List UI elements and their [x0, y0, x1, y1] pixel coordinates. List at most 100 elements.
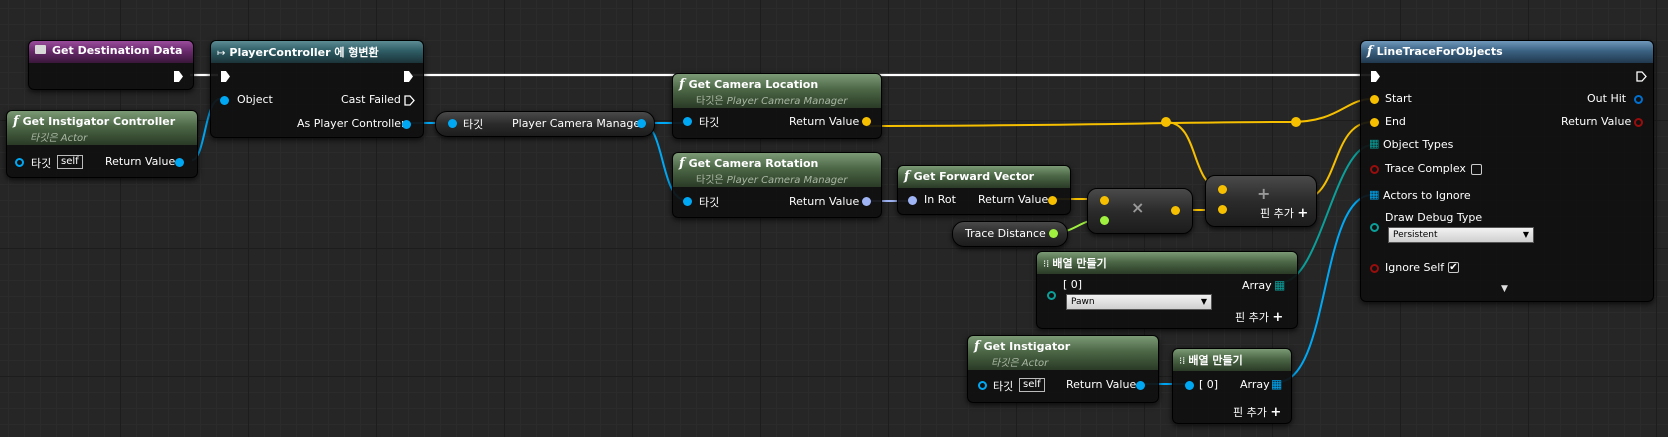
add-b-pin[interactable]: [1218, 205, 1227, 214]
return-value-pin[interactable]: [862, 117, 871, 126]
trace-complex-pin[interactable]: [1370, 165, 1379, 174]
array-label: Array: [1240, 378, 1270, 391]
return-value-pin[interactable]: [175, 158, 184, 167]
target-label: 타깃: [699, 116, 720, 129]
array-element-pin[interactable]: [1185, 381, 1194, 390]
node-subtitle: 타깃은 Actor: [30, 133, 88, 144]
node-title: Get Camera Location: [688, 78, 819, 91]
expand-arrow-icon[interactable]: ▼: [1501, 284, 1508, 294]
array-output-pin[interactable]: ▦: [1274, 278, 1285, 292]
return-value-label: Return Value: [1066, 378, 1137, 391]
chevron-down-icon: ▼: [1200, 297, 1207, 306]
trace-distance-node[interactable]: Trace Distance: [952, 221, 1068, 247]
draw-debug-type-pin[interactable]: [1370, 223, 1379, 232]
target-label: 타깃: [993, 380, 1014, 393]
get-instigator-node[interactable]: f Get Instigator 타깃은 Actor 타깃 self Return…: [967, 335, 1159, 403]
make-array-icon: ⁝⁞: [1043, 259, 1050, 270]
object-label: Object: [237, 93, 273, 106]
end-pin[interactable]: [1370, 118, 1379, 127]
target-pin[interactable]: [978, 381, 987, 390]
target-pin[interactable]: [15, 158, 24, 167]
object-type-selected: Pawn: [1071, 297, 1095, 307]
node-subtitle-prefix: 타깃은: [696, 96, 727, 107]
array-output-pin[interactable]: ▦: [1271, 377, 1282, 391]
exec-in-pin[interactable]: [221, 71, 230, 82]
multiply-out-pin[interactable]: [1171, 206, 1180, 215]
out-hit-pin[interactable]: [1634, 95, 1643, 104]
trace-distance-pin[interactable]: [1049, 229, 1058, 238]
cast-to-playercontroller-node[interactable]: ↦ PlayerController 에 형변환 Object Cast Fail…: [210, 40, 424, 138]
add-a-pin[interactable]: [1218, 185, 1227, 194]
player-camera-manager-label: Player Camera Manager: [512, 117, 645, 130]
actors-to-ignore-pin[interactable]: ▦: [1369, 188, 1379, 201]
player-camera-manager-node[interactable]: 타깃 Player Camera Manager: [435, 111, 655, 137]
trace-complex-checkbox[interactable]: [1471, 164, 1482, 175]
multiply-node[interactable]: ×: [1087, 188, 1193, 234]
function-icon: f: [13, 114, 19, 129]
return-value-pin[interactable]: [1634, 118, 1643, 127]
make-array-object-types-node[interactable]: ⁝⁞ 배열 만들기 [ 0] Pawn ▼ Array ▦ 핀 추가 +: [1036, 251, 1298, 329]
get-camera-rotation-node[interactable]: f Get Camera Rotation 타깃은 Player Camera M…: [672, 152, 882, 218]
return-value-pin[interactable]: [1048, 196, 1057, 205]
return-value-label: Return Value: [789, 195, 860, 208]
function-icon: f: [1367, 44, 1373, 59]
return-value-label: Return Value: [789, 115, 860, 128]
player-camera-manager-pin[interactable]: [637, 119, 646, 128]
in-rot-pin[interactable]: [908, 196, 917, 205]
return-value-label: Return Value: [1561, 115, 1632, 128]
make-array-actors-node[interactable]: ⁝⁞ 배열 만들기 [ 0] Array ▦ 핀 추가 +: [1172, 348, 1292, 424]
reroute-knot-start[interactable]: [1291, 117, 1301, 127]
target-pin[interactable]: [683, 117, 692, 126]
exec-in-pin[interactable]: [1371, 71, 1380, 82]
plus-icon: +: [1297, 206, 1309, 221]
ignore-self-checkbox[interactable]: ✔: [1448, 262, 1459, 273]
out-hit-label: Out Hit: [1587, 92, 1627, 105]
exec-out-pin[interactable]: [1636, 71, 1647, 82]
start-pin[interactable]: [1370, 95, 1379, 104]
add-pin-label: 핀 추가: [1233, 406, 1267, 419]
add-symbol: +: [1257, 184, 1271, 203]
as-player-controller-pin[interactable]: [402, 120, 411, 129]
exec-out-pin[interactable]: [404, 71, 413, 82]
multiply-a-pin[interactable]: [1100, 196, 1109, 205]
node-title: Get Forward Vector: [913, 170, 1035, 183]
ignore-self-pin[interactable]: [1370, 264, 1379, 273]
get-camera-location-node[interactable]: f Get Camera Location 타깃은 Player Camera M…: [672, 73, 882, 139]
cast-failed-label: Cast Failed: [341, 93, 401, 106]
exec-out-pin[interactable]: [174, 71, 183, 82]
get-instigator-controller-node[interactable]: f Get Instigator Controller 타깃은 Actor 타깃 …: [6, 110, 198, 178]
array-index-label: [ 0]: [1199, 378, 1219, 391]
get-forward-vector-node[interactable]: f Get Forward Vector In Rot Return Value: [897, 165, 1071, 215]
as-player-controller-label: As Player Controller: [297, 117, 406, 130]
target-label: 타깃: [31, 157, 52, 170]
add-pin-button[interactable]: 핀 추가 +: [1235, 309, 1283, 325]
node-subtitle-class: Player Camera Manager: [726, 175, 848, 186]
node-title: Get Instigator Controller: [22, 115, 176, 128]
multiply-b-pin[interactable]: [1100, 216, 1109, 225]
add-node[interactable]: + 핀 추가 +: [1205, 175, 1317, 227]
object-types-pin[interactable]: ▦: [1369, 137, 1379, 150]
line-trace-for-objects-node[interactable]: f LineTraceForObjects Start Out Hit End R…: [1360, 40, 1654, 302]
node-subtitle: 타깃은 Actor: [991, 358, 1049, 369]
self-badge: self: [57, 155, 83, 169]
object-type-dropdown[interactable]: Pawn ▼: [1066, 294, 1212, 310]
get-destination-data-node[interactable]: Get Destination Data: [28, 40, 194, 90]
reroute-knot-location[interactable]: [1161, 117, 1171, 127]
object-types-label: Object Types: [1383, 138, 1454, 151]
return-value-pin[interactable]: [862, 197, 871, 206]
plus-icon: +: [1272, 310, 1284, 325]
cast-failed-exec-pin[interactable]: [404, 95, 415, 106]
node-title: 배열 만들기: [1188, 354, 1243, 367]
target-pin[interactable]: [683, 197, 692, 206]
add-pin-button[interactable]: 핀 추가 +: [1233, 404, 1281, 420]
draw-debug-type-dropdown[interactable]: Persistent ▼: [1388, 227, 1534, 243]
cast-icon: ↦: [217, 48, 226, 59]
return-value-pin[interactable]: [1136, 381, 1145, 390]
add-pin-button[interactable]: 핀 추가 +: [1260, 205, 1308, 221]
object-pin[interactable]: [220, 96, 229, 105]
start-label: Start: [1385, 92, 1412, 105]
target-pin[interactable]: [448, 119, 457, 128]
array-element-pin[interactable]: [1047, 291, 1056, 300]
array-index-label: [ 0]: [1063, 278, 1083, 291]
trace-distance-label: Trace Distance: [965, 227, 1046, 240]
